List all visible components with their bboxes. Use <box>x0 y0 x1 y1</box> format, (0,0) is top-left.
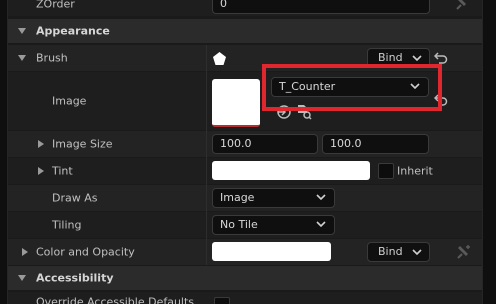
image-size-row: Image Size 100.0 100.0 <box>8 131 482 157</box>
chevron-right-icon[interactable] <box>38 140 44 148</box>
image-size-x-input[interactable]: 100.0 <box>212 134 318 154</box>
accessibility-section-header[interactable]: Accessibility <box>8 266 482 290</box>
tiling-row: Tiling No Tile <box>8 212 482 238</box>
column-divider[interactable] <box>206 45 207 265</box>
image-label: Image <box>52 94 87 108</box>
bind-label: Bind <box>378 245 403 258</box>
chevron-down-icon <box>316 194 326 201</box>
brush-label: Brush <box>36 51 68 65</box>
override-accessible-checkbox[interactable] <box>214 297 230 304</box>
pin-icon[interactable] <box>456 0 470 10</box>
chevron-down-icon[interactable] <box>18 55 26 61</box>
tint-row: Tint Inherit <box>8 158 482 184</box>
chevron-right-icon[interactable] <box>22 248 28 256</box>
draw-as-row: Draw As Image <box>8 185 482 211</box>
chevron-down-icon <box>412 249 422 256</box>
inherit-checkbox[interactable] <box>378 163 394 179</box>
draw-as-value: Image <box>220 191 255 204</box>
inherit-label: Inherit <box>397 164 433 178</box>
details-panel: ZOrder 0 Appearance Brush Bind Image T_C… <box>0 0 496 304</box>
override-accessible-row: Override Accessible Defaults <box>8 292 482 304</box>
scrollbar-track[interactable] <box>482 0 496 304</box>
override-accessible-label: Override Accessible Defaults <box>36 295 195 304</box>
pin-icon[interactable] <box>456 244 472 260</box>
zorder-input[interactable]: 0 <box>212 0 430 14</box>
chevron-down-icon <box>316 221 326 228</box>
reset-arrow-icon[interactable] <box>434 52 448 64</box>
chevron-down-icon <box>412 55 422 62</box>
image-size-y-input[interactable]: 100.0 <box>322 134 429 154</box>
color-opacity-label: Color and Opacity <box>36 245 135 259</box>
chevron-right-icon[interactable] <box>38 167 44 175</box>
draw-as-combo[interactable]: Image <box>212 188 335 208</box>
pentagon-icon <box>213 52 226 65</box>
image-thumbnail[interactable] <box>212 79 260 127</box>
accessibility-label: Accessibility <box>36 271 114 285</box>
tint-label: Tint <box>52 164 73 178</box>
draw-as-label: Draw As <box>52 191 98 205</box>
appearance-section-header[interactable]: Appearance <box>8 19 482 43</box>
highlight-annotation <box>262 64 442 111</box>
tint-color-swatch[interactable] <box>212 161 370 180</box>
chevron-down-icon <box>18 275 26 281</box>
bind-label: Bind <box>378 51 403 64</box>
chevron-down-icon <box>18 28 26 34</box>
appearance-label: Appearance <box>36 24 110 38</box>
tiling-combo[interactable]: No Tile <box>212 215 335 235</box>
color-opacity-bind-button[interactable]: Bind <box>367 242 430 262</box>
zorder-row: ZOrder 0 <box>8 0 482 16</box>
zorder-label: ZOrder <box>36 0 75 11</box>
color-opacity-swatch[interactable] <box>212 242 331 261</box>
color-opacity-row: Color and Opacity Bind <box>8 239 482 265</box>
image-size-label: Image Size <box>52 137 113 151</box>
left-gutter <box>0 0 8 304</box>
tiling-label: Tiling <box>52 218 82 232</box>
tiling-value: No Tile <box>220 218 258 231</box>
